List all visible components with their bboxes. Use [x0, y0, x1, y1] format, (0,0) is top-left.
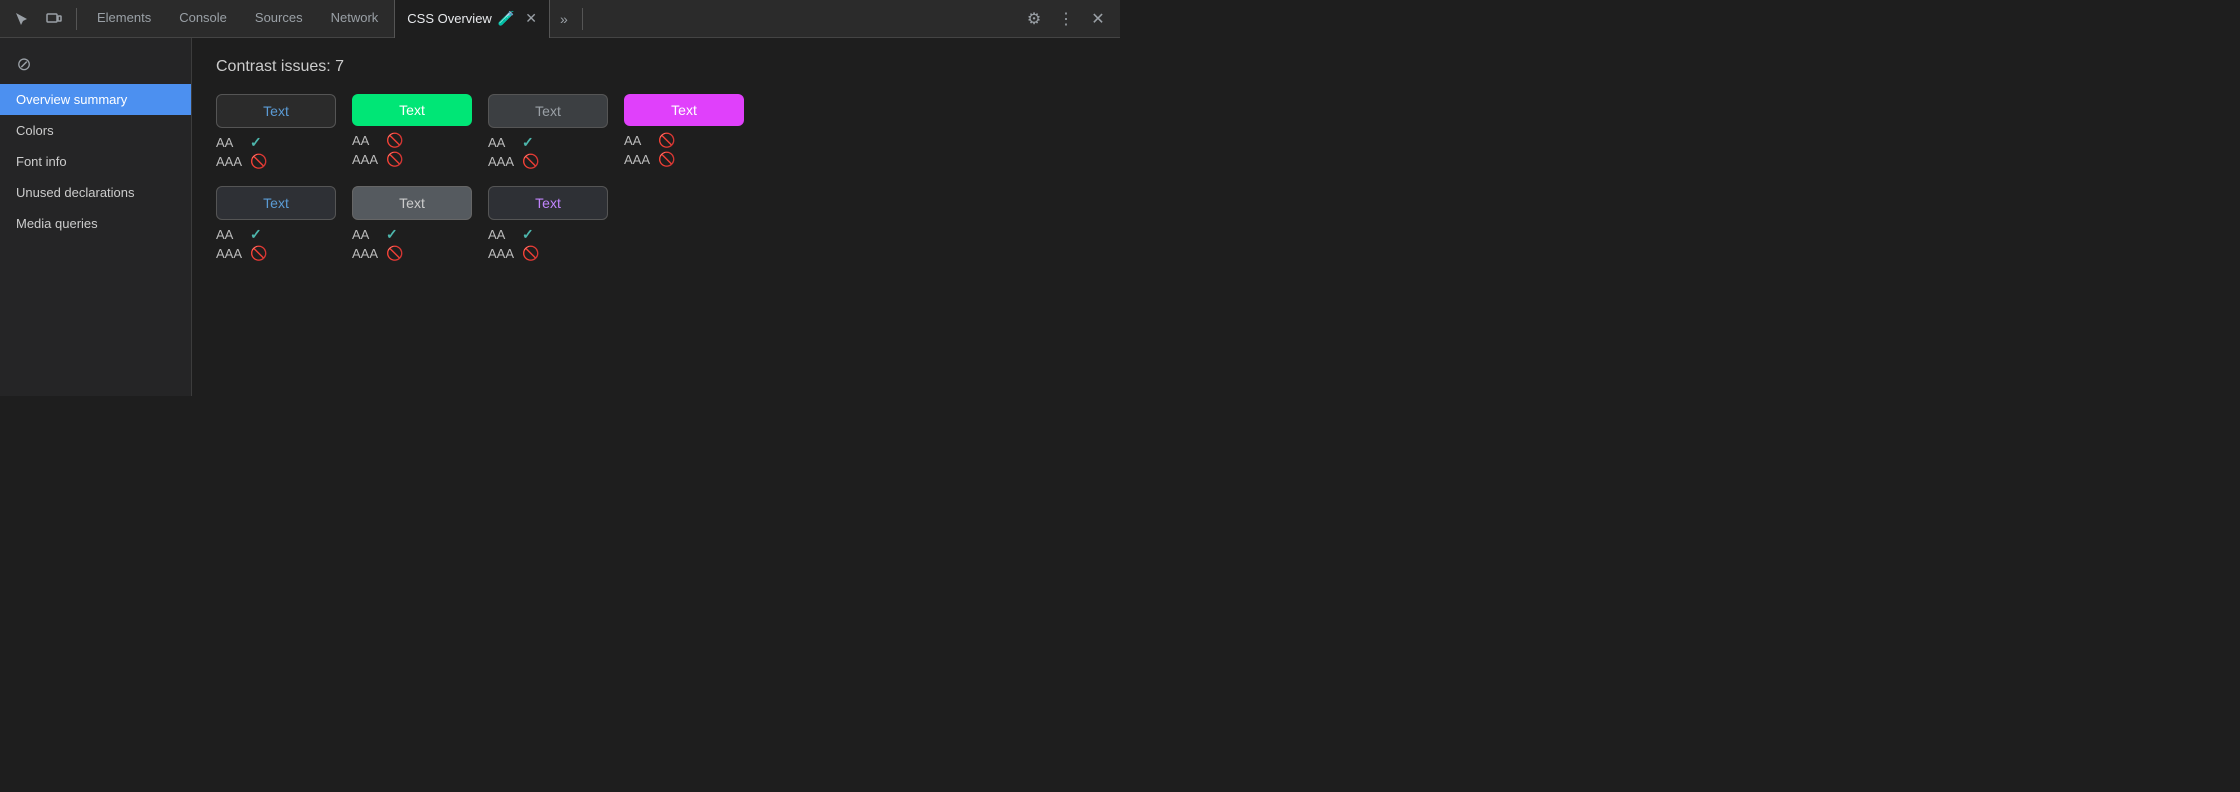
toolbar-divider-1: [76, 8, 77, 30]
aaa-label-7: AAA: [488, 246, 516, 261]
sidebar-item-overview-summary[interactable]: Overview summary: [0, 84, 191, 115]
sidebar-block-icon: ⊘: [8, 48, 40, 80]
contrast-badges-5: AA ✓ AAA 🚫: [216, 226, 336, 262]
contrast-card-5: Text AA ✓ AAA 🚫: [216, 186, 336, 262]
aa-label-1: AA: [216, 135, 244, 150]
sidebar: ⊘ Overview summary Colors Font info Unus…: [0, 38, 192, 396]
contrast-card-4: Text AA 🚫 AAA 🚫: [624, 94, 744, 168]
aaa-label-2: AAA: [352, 152, 380, 167]
aa-label-5: AA: [216, 227, 244, 242]
sidebar-item-font-info[interactable]: Font info: [0, 146, 191, 177]
contrast-btn-1[interactable]: Text: [216, 94, 336, 128]
cursor-tool-icon[interactable]: [8, 5, 36, 33]
badge-row-aa-7: AA ✓: [488, 226, 608, 243]
aa-fail-icon-4: 🚫: [658, 132, 675, 149]
contrast-badges-4: AA 🚫 AAA 🚫: [624, 132, 744, 168]
badge-row-aa-2: AA 🚫: [352, 132, 472, 149]
aa-label-7: AA: [488, 227, 516, 242]
tab-css-overview[interactable]: CSS Overview 🧪 ✕: [394, 0, 550, 38]
contrast-btn-3[interactable]: Text: [488, 94, 608, 128]
badge-row-aaa-6: AAA 🚫: [352, 245, 472, 262]
content-area: Contrast issues: 7 Text AA ✓ AAA 🚫: [192, 38, 1120, 396]
contrast-card-6: Text AA ✓ AAA 🚫: [352, 186, 472, 262]
aa-pass-icon-7: ✓: [522, 226, 534, 243]
more-tabs-icon[interactable]: »: [554, 11, 574, 27]
tab-css-overview-label: CSS Overview: [407, 11, 492, 26]
contrast-btn-4[interactable]: Text: [624, 94, 744, 126]
contrast-badges-1: AA ✓ AAA 🚫: [216, 134, 336, 170]
tab-console[interactable]: Console: [167, 0, 239, 38]
badge-row-aa-4: AA 🚫: [624, 132, 744, 149]
aaa-label-5: AAA: [216, 246, 244, 261]
toolbar-right-actions: ⚙ ⋮ ✕: [1020, 5, 1112, 33]
aaa-fail-icon-1: 🚫: [250, 153, 267, 170]
aaa-label-6: AAA: [352, 246, 380, 261]
badge-row-aaa-1: AAA 🚫: [216, 153, 336, 170]
contrast-badges-2: AA 🚫 AAA 🚫: [352, 132, 472, 168]
sidebar-item-colors[interactable]: Colors: [0, 115, 191, 146]
badge-row-aaa-7: AAA 🚫: [488, 245, 608, 262]
aaa-label-1: AAA: [216, 154, 244, 169]
aa-label-6: AA: [352, 227, 380, 242]
contrast-badges-6: AA ✓ AAA 🚫: [352, 226, 472, 262]
contrast-btn-6[interactable]: Text: [352, 186, 472, 220]
aa-label-2: AA: [352, 133, 380, 148]
aaa-fail-icon-3: 🚫: [522, 153, 539, 170]
aa-pass-icon-3: ✓: [522, 134, 534, 151]
contrast-issues-title: Contrast issues: 7: [216, 58, 1096, 76]
aa-label-3: AA: [488, 135, 516, 150]
toolbar-divider-2: [582, 8, 583, 30]
aa-label-4: AA: [624, 133, 652, 148]
aaa-label-4: AAA: [624, 152, 652, 167]
more-options-icon[interactable]: ⋮: [1052, 5, 1080, 33]
settings-icon[interactable]: ⚙: [1020, 5, 1048, 33]
aa-pass-icon-1: ✓: [250, 134, 262, 151]
contrast-row-1: Text AA ✓ AAA 🚫 Text: [216, 94, 1096, 170]
contrast-btn-5[interactable]: Text: [216, 186, 336, 220]
aaa-fail-icon-2: 🚫: [386, 151, 403, 168]
tab-close-icon[interactable]: ✕: [525, 10, 537, 27]
badge-row-aa-5: AA ✓: [216, 226, 336, 243]
aaa-fail-icon-6: 🚫: [386, 245, 403, 262]
sidebar-item-unused-declarations[interactable]: Unused declarations: [0, 177, 191, 208]
aaa-label-3: AAA: [488, 154, 516, 169]
contrast-card-3: Text AA ✓ AAA 🚫: [488, 94, 608, 170]
main-layout: ⊘ Overview summary Colors Font info Unus…: [0, 38, 1120, 396]
devtools-toolbar: Elements Console Sources Network CSS Ove…: [0, 0, 1120, 38]
contrast-row-2: Text AA ✓ AAA 🚫 Text: [216, 186, 1096, 262]
badge-row-aaa-2: AAA 🚫: [352, 151, 472, 168]
contrast-card-7: Text AA ✓ AAA 🚫: [488, 186, 608, 262]
badge-row-aa-1: AA ✓: [216, 134, 336, 151]
contrast-grid: Text AA ✓ AAA 🚫 Text: [216, 94, 1096, 262]
aaa-fail-icon-5: 🚫: [250, 245, 267, 262]
badge-row-aaa-5: AAA 🚫: [216, 245, 336, 262]
sidebar-item-media-queries[interactable]: Media queries: [0, 208, 191, 239]
contrast-badges-3: AA ✓ AAA 🚫: [488, 134, 608, 170]
badge-row-aaa-3: AAA 🚫: [488, 153, 608, 170]
badge-row-aa-3: AA ✓: [488, 134, 608, 151]
contrast-badges-7: AA ✓ AAA 🚫: [488, 226, 608, 262]
contrast-card-1: Text AA ✓ AAA 🚫: [216, 94, 336, 170]
aa-pass-icon-6: ✓: [386, 226, 398, 243]
flask-icon: 🧪: [498, 10, 515, 27]
aaa-fail-icon-7: 🚫: [522, 245, 539, 262]
badge-row-aa-6: AA ✓: [352, 226, 472, 243]
tab-network[interactable]: Network: [319, 0, 391, 38]
tab-sources[interactable]: Sources: [243, 0, 315, 38]
tab-elements[interactable]: Elements: [85, 0, 163, 38]
device-toggle-icon[interactable]: [40, 5, 68, 33]
aa-fail-icon-2: 🚫: [386, 132, 403, 149]
aa-pass-icon-5: ✓: [250, 226, 262, 243]
aaa-fail-icon-4: 🚫: [658, 151, 675, 168]
contrast-btn-2[interactable]: Text: [352, 94, 472, 126]
contrast-btn-7[interactable]: Text: [488, 186, 608, 220]
contrast-card-2: Text AA 🚫 AAA 🚫: [352, 94, 472, 168]
close-devtools-icon[interactable]: ✕: [1084, 5, 1112, 33]
badge-row-aaa-4: AAA 🚫: [624, 151, 744, 168]
